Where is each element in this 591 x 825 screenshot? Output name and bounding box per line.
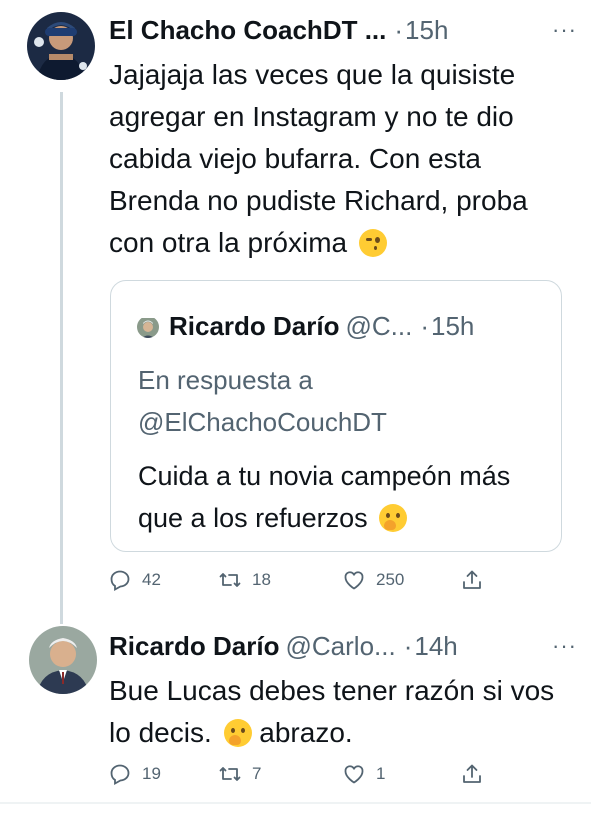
tweet-text: Bue Lucas debes tener razón si vos lo de… xyxy=(109,670,577,754)
like-count: 1 xyxy=(376,764,386,783)
reply-button[interactable]: 42 xyxy=(108,568,161,592)
reply-context-label: En respuesta a xyxy=(138,365,313,395)
quoted-author-name: Ricardo Darío xyxy=(169,311,340,341)
like-button[interactable]: 250 xyxy=(342,568,404,592)
shushing-face-icon xyxy=(379,504,408,532)
thread-line xyxy=(60,92,63,624)
tweet[interactable]: El Chacho CoachDT ... · 15h ··· Jajajaja… xyxy=(0,0,591,624)
retweet-icon xyxy=(219,767,241,781)
tweet[interactable]: Ricardo Darío @Carlo... · 14h ··· Bue Lu… xyxy=(0,612,591,802)
like-button[interactable]: 1 xyxy=(342,762,385,786)
share-icon xyxy=(463,764,481,783)
shushing-face-icon xyxy=(223,719,252,747)
heart-icon xyxy=(344,571,364,590)
more-options-icon[interactable]: ··· xyxy=(552,633,577,659)
retweet-button[interactable]: 7 xyxy=(218,762,261,786)
share-button[interactable] xyxy=(460,762,484,786)
winking-face-icon xyxy=(358,229,387,257)
retweet-count: 7 xyxy=(252,764,262,783)
quoted-tweet-text-content: Cuida a tu novia campeón más que a los r… xyxy=(138,461,511,533)
author-handle[interactable]: @Carlo... xyxy=(286,631,396,662)
tweet-text-after: abrazo. xyxy=(259,717,353,748)
tweet-text-content: Jajajaja las veces que la quisiste agreg… xyxy=(109,59,528,258)
more-options-icon[interactable]: ··· xyxy=(552,17,577,43)
avatar[interactable] xyxy=(27,12,95,80)
quoted-author-handle: @C... xyxy=(345,311,413,341)
reply-icon xyxy=(110,570,130,592)
divider xyxy=(0,802,591,804)
reply-context-handle: @ElChachoCouchDT xyxy=(138,407,387,437)
reply-count: 19 xyxy=(142,764,161,783)
reply-icon xyxy=(110,764,130,786)
heart-icon xyxy=(344,765,364,784)
reply-context: En respuesta a @ElChachoCouchDT xyxy=(138,359,387,443)
retweet-button[interactable]: 18 xyxy=(218,568,271,592)
timestamp[interactable]: 15h xyxy=(405,15,448,46)
time-separator: · xyxy=(420,311,430,341)
tweet-header: Ricardo Darío @Carlo... · 14h ··· xyxy=(109,626,577,666)
time-separator: · xyxy=(394,14,404,45)
quoted-tweet[interactable]: Ricardo Darío @C... · 15h En respuesta a… xyxy=(110,280,562,552)
quoted-tweet-header: Ricardo Darío @C... · 15h xyxy=(137,311,474,342)
author-name[interactable]: El Chacho CoachDT ... xyxy=(109,15,386,46)
tweet-header: El Chacho CoachDT ... · 15h ··· xyxy=(109,10,577,50)
like-count: 250 xyxy=(376,570,405,589)
quoted-tweet-text: Cuida a tu novia campeón más que a los r… xyxy=(138,455,548,539)
reply-button[interactable]: 19 xyxy=(108,762,161,786)
time-separator: · xyxy=(403,630,413,661)
quoted-avatar xyxy=(137,316,159,338)
quoted-timestamp: 15h xyxy=(431,311,475,341)
share-icon xyxy=(463,570,481,589)
share-button[interactable] xyxy=(460,568,484,592)
reply-count: 42 xyxy=(142,570,161,589)
tweet-text: Jajajaja las veces que la quisiste agreg… xyxy=(109,54,577,264)
avatar[interactable] xyxy=(29,626,97,694)
author-name[interactable]: Ricardo Darío xyxy=(109,631,280,662)
retweet-icon xyxy=(219,573,241,587)
retweet-count: 18 xyxy=(252,570,271,589)
timestamp[interactable]: 14h xyxy=(414,631,457,662)
